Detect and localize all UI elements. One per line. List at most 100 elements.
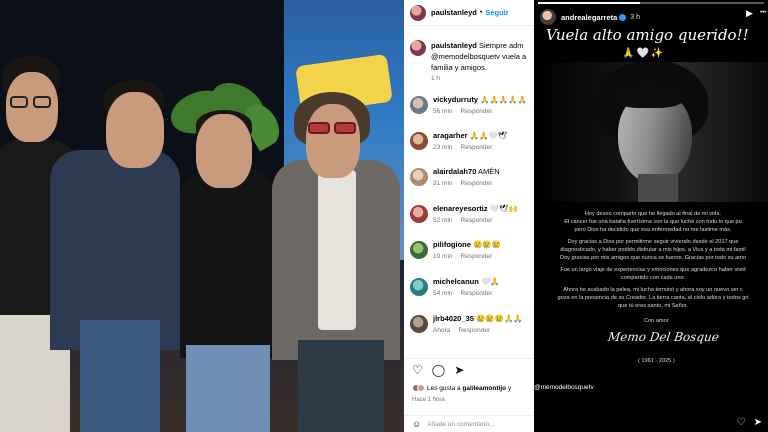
author-avatar[interactable] bbox=[410, 4, 426, 21]
message-line: compartido con cada uno. bbox=[620, 275, 686, 281]
commenter-username[interactable]: pilifogione bbox=[433, 240, 471, 249]
commenter-username[interactable]: jlrb4020_35 bbox=[433, 314, 474, 323]
message-line: que tú eres santo, mi Señor. bbox=[618, 303, 688, 309]
message-line: Ahora he acabado la pelea, mi lucha term… bbox=[563, 287, 743, 293]
likes-prefix: Les gusta a bbox=[427, 384, 461, 392]
signature: Memo Del Bosque bbox=[607, 330, 720, 344]
story-progress-fill bbox=[538, 2, 640, 4]
commenter-username[interactable]: elenareyesortiz bbox=[433, 204, 488, 213]
comment-item: michelcanun 🤍🙏 54 min Responder bbox=[410, 276, 534, 312]
signature-label: Con amor bbox=[644, 318, 669, 324]
separator-dot: • bbox=[479, 9, 483, 16]
comment-time: 31 min bbox=[433, 180, 453, 187]
post-caption: paulstanleyd Siempre adm @memodelbosquet… bbox=[410, 40, 534, 82]
post-time: Hace 1 hora bbox=[412, 397, 445, 403]
comment-text: AMÉN bbox=[478, 167, 500, 176]
commenter-avatar[interactable] bbox=[410, 96, 428, 114]
follow-button[interactable]: Seguir bbox=[485, 8, 508, 17]
story-emoji: 🙏🤍✨ bbox=[622, 48, 666, 59]
commenter-avatar[interactable] bbox=[410, 241, 428, 259]
share-icon[interactable]: ➤ bbox=[454, 364, 464, 376]
send-icon[interactable]: ➤ bbox=[754, 417, 762, 428]
story-header: andrealegarreta 3 h ▶ ••• bbox=[540, 8, 766, 26]
comment-time: Ahora bbox=[433, 327, 451, 334]
play-icon[interactable]: ▶ bbox=[746, 8, 753, 19]
commenter-username[interactable]: michelcanun bbox=[433, 277, 479, 286]
emoji-icon[interactable]: ☺ bbox=[412, 419, 421, 429]
author-avatar[interactable] bbox=[410, 40, 426, 56]
comment-time: 19 min bbox=[433, 253, 453, 260]
group-photo bbox=[0, 0, 404, 432]
verified-badge-icon bbox=[619, 13, 627, 21]
message-line: goza en la presencia de su Creador. La t… bbox=[557, 295, 749, 301]
message-line: diagnosticado, y haber podido disfrutar … bbox=[560, 247, 746, 253]
likes-and: y bbox=[507, 384, 512, 392]
commenter-avatar[interactable] bbox=[410, 315, 428, 333]
story-username[interactable]: andrealegarreta bbox=[561, 13, 617, 22]
comment-time: 56 min bbox=[433, 108, 453, 115]
instagram-post-panel: paulstanleyd • Seguir paulstanleyd Siemp… bbox=[404, 0, 534, 432]
comment-time: 23 min bbox=[433, 144, 453, 151]
heart-icon[interactable]: ♡ bbox=[412, 364, 423, 376]
caption-line: @memodelbosquetv vuela a bbox=[431, 52, 527, 61]
caption-line: familia y amigos. bbox=[431, 63, 487, 72]
comment-text: 🙏🙏🙏🙏🙏 bbox=[480, 95, 527, 104]
life-years: ( 1961 - 2025 ) bbox=[638, 358, 675, 364]
message-line: pero Dios ha decidido que esa enfermedad… bbox=[574, 227, 732, 233]
reply-button[interactable]: Responder bbox=[461, 290, 493, 297]
comment-input[interactable]: Añade un comentario... bbox=[427, 421, 494, 428]
caption-time: 1 h bbox=[431, 75, 441, 82]
story-footer-actions: ♡ ➤ bbox=[737, 417, 762, 428]
heart-icon[interactable]: ♡ bbox=[737, 417, 746, 428]
message-line: Fue un largo viaje de experiencias y emo… bbox=[560, 267, 746, 273]
author-username[interactable]: paulstanleyd bbox=[431, 8, 477, 17]
comment-item: vickydurruty 🙏🙏🙏🙏🙏 56 min Responder bbox=[410, 94, 534, 130]
commenter-username[interactable]: aragarher bbox=[433, 131, 468, 140]
comment-time: 54 min bbox=[433, 290, 453, 297]
comment-text: 🤍🙏 bbox=[480, 277, 500, 286]
comment-text: 😢😢😢 bbox=[473, 240, 502, 249]
story-title: Vuela alto amigo querido!! bbox=[546, 26, 749, 44]
comment-time: 52 min bbox=[433, 217, 453, 224]
post-actions-bar: ♡ ◯ ➤ bbox=[404, 358, 534, 380]
reply-button[interactable]: Responder bbox=[458, 327, 490, 334]
reply-button[interactable]: Responder bbox=[461, 180, 493, 187]
more-options-icon[interactable]: ••• bbox=[760, 10, 766, 16]
commenter-avatar[interactable] bbox=[410, 132, 428, 150]
likes-username[interactable]: galileamontijo bbox=[462, 385, 506, 392]
comment-text: 🙏🙏🤍🕊 bbox=[469, 131, 508, 140]
caption-username[interactable]: paulstanleyd bbox=[431, 41, 477, 50]
reply-button[interactable]: Responder bbox=[461, 144, 493, 151]
mention-tag[interactable]: @memodelbosquetv bbox=[534, 384, 594, 391]
instagram-story-panel: andrealegarreta 3 h ▶ ••• Vuela alto ami… bbox=[534, 0, 768, 432]
comment-text: 🤍🕊🙌 bbox=[489, 204, 518, 213]
likes-summary: Les gusta a galileamontijo y bbox=[412, 384, 511, 392]
caption-line: Siempre adm bbox=[478, 41, 524, 50]
story-progress-bar bbox=[538, 2, 764, 4]
commenter-avatar[interactable] bbox=[410, 168, 428, 186]
commenter-username[interactable]: vickydurruty bbox=[433, 95, 478, 104]
comment-item: aragarher 🙏🙏🤍🕊 23 min Responder bbox=[410, 130, 534, 166]
commenter-username[interactable]: alairdalah70 bbox=[433, 167, 476, 176]
reply-button[interactable]: Responder bbox=[461, 108, 493, 115]
reply-button[interactable]: Responder bbox=[461, 253, 493, 260]
commenter-avatar[interactable] bbox=[410, 205, 428, 223]
comment-item: pilifogione 😢😢😢 19 min Responder bbox=[410, 239, 534, 275]
story-time: 3 h bbox=[630, 13, 641, 21]
commenter-avatar[interactable] bbox=[410, 278, 428, 296]
message-line: El cancer fue una batalla fuertísima con… bbox=[564, 219, 742, 225]
memorial-portrait bbox=[534, 62, 768, 202]
comment-icon[interactable]: ◯ bbox=[432, 364, 445, 376]
comment-text: 😢😢😢🙏🙏 bbox=[475, 314, 523, 323]
liker-avatar bbox=[417, 384, 425, 392]
message-line: Doy gracias a Dios por permitirme seguir… bbox=[567, 239, 739, 245]
message-line: Hoy deseo compartir que he llegado al fi… bbox=[584, 211, 722, 217]
message-line: Doy gracias por mis amigos que nunca se … bbox=[560, 255, 746, 261]
comment-item: elenareyesortiz 🤍🕊🙌 52 min Responder bbox=[410, 203, 534, 239]
reply-button[interactable]: Responder bbox=[461, 217, 493, 224]
add-comment-bar[interactable]: ☺ Añade un comentario... bbox=[404, 415, 534, 432]
story-author-avatar[interactable] bbox=[540, 9, 556, 25]
post-header: paulstanleyd • Seguir bbox=[404, 0, 534, 26]
comment-item: alairdalah70 AMÉN 31 min Responder bbox=[410, 166, 534, 202]
comment-item: jlrb4020_35 😢😢😢🙏🙏 Ahora Responder bbox=[410, 313, 534, 349]
